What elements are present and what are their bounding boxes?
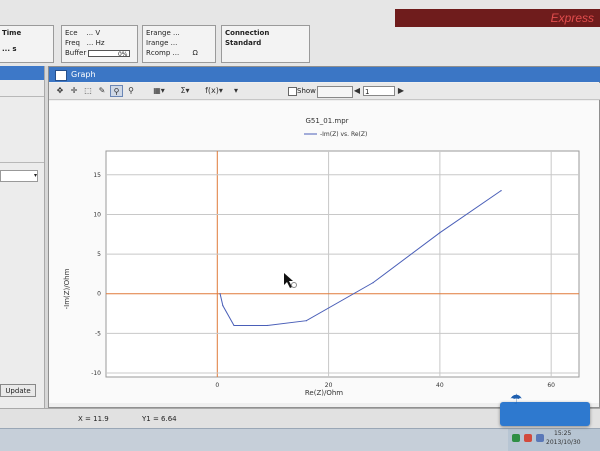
clock-time: 15:25: [554, 430, 572, 437]
connection-status: Connection Standard: [225, 29, 270, 47]
left-panel-header: [0, 66, 44, 80]
next-page-icon[interactable]: ▶: [397, 85, 405, 97]
dropdown-icon[interactable]: ▾: [231, 85, 241, 97]
taskbar: 15:25 2013/10/30: [0, 428, 600, 451]
y-tick-label: 0: [97, 291, 101, 298]
y-axis-label: -Im(Z)/Ohm: [63, 268, 71, 309]
left-panel-divider: [0, 96, 44, 97]
zoom-out-icon[interactable]: ⚲: [125, 85, 137, 97]
status-panel: Express Time ... s Ece ... V Freq ... Hz…: [0, 0, 600, 66]
chart-title: G51_01.mpr: [305, 117, 348, 125]
zoom-icon[interactable]: ⚲: [110, 85, 123, 97]
graph-window: Graph ✥ ✛ ⬚ ✎ ⚲ ⚲ ▦▾ Σ▾ f(x)▾ ▾ Show ◀ 1…: [48, 66, 600, 408]
buffer-value: 0%: [117, 50, 128, 58]
time-box: Time ... s: [0, 25, 54, 63]
erange-label: Erange: [146, 29, 171, 37]
buffer-label: Buffer: [65, 49, 87, 57]
rcomp-label: Rcomp: [146, 49, 171, 57]
x-axis-label: Re(Z)/Ohm: [305, 389, 343, 397]
volume-icon[interactable]: [536, 434, 544, 442]
data-point: [266, 324, 268, 327]
y-tick-label: 10: [93, 211, 101, 218]
pencil-icon[interactable]: ✎: [96, 85, 108, 97]
plot-area[interactable]: 0 20 40 60 -10 -5 0 5 10 15 G51_01.mpr -Im(Z) vs.…: [49, 101, 599, 403]
x-tick-label: 0: [215, 382, 219, 389]
graph-window-icon: [55, 70, 67, 81]
data-point: [500, 190, 502, 192]
cursor-y-readout: Y1 = 6.64: [142, 415, 177, 423]
rcomp-unit: Ω: [192, 49, 198, 57]
update-button[interactable]: Update: [0, 384, 36, 397]
sum-icon[interactable]: Σ▾: [177, 85, 193, 97]
graph-options-icon[interactable]: ▦▾: [149, 85, 169, 97]
page-number-input[interactable]: 1: [363, 86, 395, 96]
data-point: [439, 232, 441, 234]
fxx-button[interactable]: f(x)▾: [201, 85, 227, 97]
x-tick-label: 60: [547, 382, 555, 389]
chevron-down-icon: ▾: [33, 172, 37, 179]
cursor-x-readout: X = 11.9: [78, 415, 109, 423]
prev-page-icon[interactable]: ◀: [353, 85, 361, 97]
data-point: [233, 324, 235, 327]
buffer-progress-bar: 0%: [88, 49, 131, 58]
y-tick-label: 15: [93, 172, 101, 179]
connection-box: Connection Standard: [221, 25, 310, 63]
freq-label: Freq: [65, 39, 80, 47]
network-icon[interactable]: [512, 434, 520, 442]
freq-unit: Hz: [95, 39, 105, 47]
ece-box: Ece ... V Freq ... Hz Buffer 0%: [61, 25, 138, 63]
graph-toolbar: ✥ ✛ ⬚ ✎ ⚲ ⚲ ▦▾ Σ▾ f(x)▾ ▾ Show ◀ 1 ▶: [49, 83, 600, 100]
zoom-box-icon[interactable]: ⬚: [82, 85, 94, 97]
y-tick-label: -5: [95, 330, 101, 337]
x-tick-label: 20: [325, 382, 333, 389]
show-select[interactable]: [317, 86, 353, 98]
time-unit: s: [12, 45, 17, 53]
ece-label: Ece: [65, 29, 78, 37]
legend-label: -Im(Z) vs. Re(Z): [320, 131, 367, 138]
grid: [105, 150, 580, 378]
y-tick-label: 5: [97, 251, 101, 258]
graph-titlebar: Graph: [49, 67, 600, 82]
data-point: [222, 305, 224, 307]
left-panel-dropdown[interactable]: ▾: [0, 170, 38, 182]
ece-unit: V: [95, 29, 101, 37]
fxx-label: f(x): [205, 86, 219, 95]
sum-symbol: Σ: [180, 86, 186, 95]
time-label: Time: [2, 29, 22, 37]
left-panel: ▾ Update: [0, 66, 45, 408]
y-tick-label: -10: [91, 370, 101, 377]
data-point: [305, 320, 307, 322]
clock-date: 2013/10/30: [546, 439, 581, 446]
flag-icon[interactable]: [524, 434, 532, 442]
graph-title: Graph: [71, 70, 96, 79]
nyquist-chart: 0 20 40 60 -10 -5 0 5 10 15 G51_01.mpr -Im(Z) vs.…: [63, 117, 580, 397]
data-point: [372, 282, 374, 284]
umbrella-icon: ☂: [510, 392, 523, 408]
irange-label: Irange: [146, 39, 169, 47]
data-point: [219, 293, 221, 295]
brand-logo: Express: [550, 11, 594, 25]
pan-icon[interactable]: ✥: [54, 85, 66, 97]
range-box: Erange ... Irange ... Rcomp ... Ω: [142, 25, 216, 63]
x-tick-label: 40: [436, 382, 444, 389]
left-panel-divider: [0, 162, 44, 163]
plot-frame: [105, 150, 580, 378]
show-checkbox[interactable]: [288, 87, 297, 96]
brand-strip: Express: [395, 9, 600, 27]
show-label: Show: [297, 87, 316, 95]
cursor-cross-icon[interactable]: ✛: [68, 85, 80, 97]
